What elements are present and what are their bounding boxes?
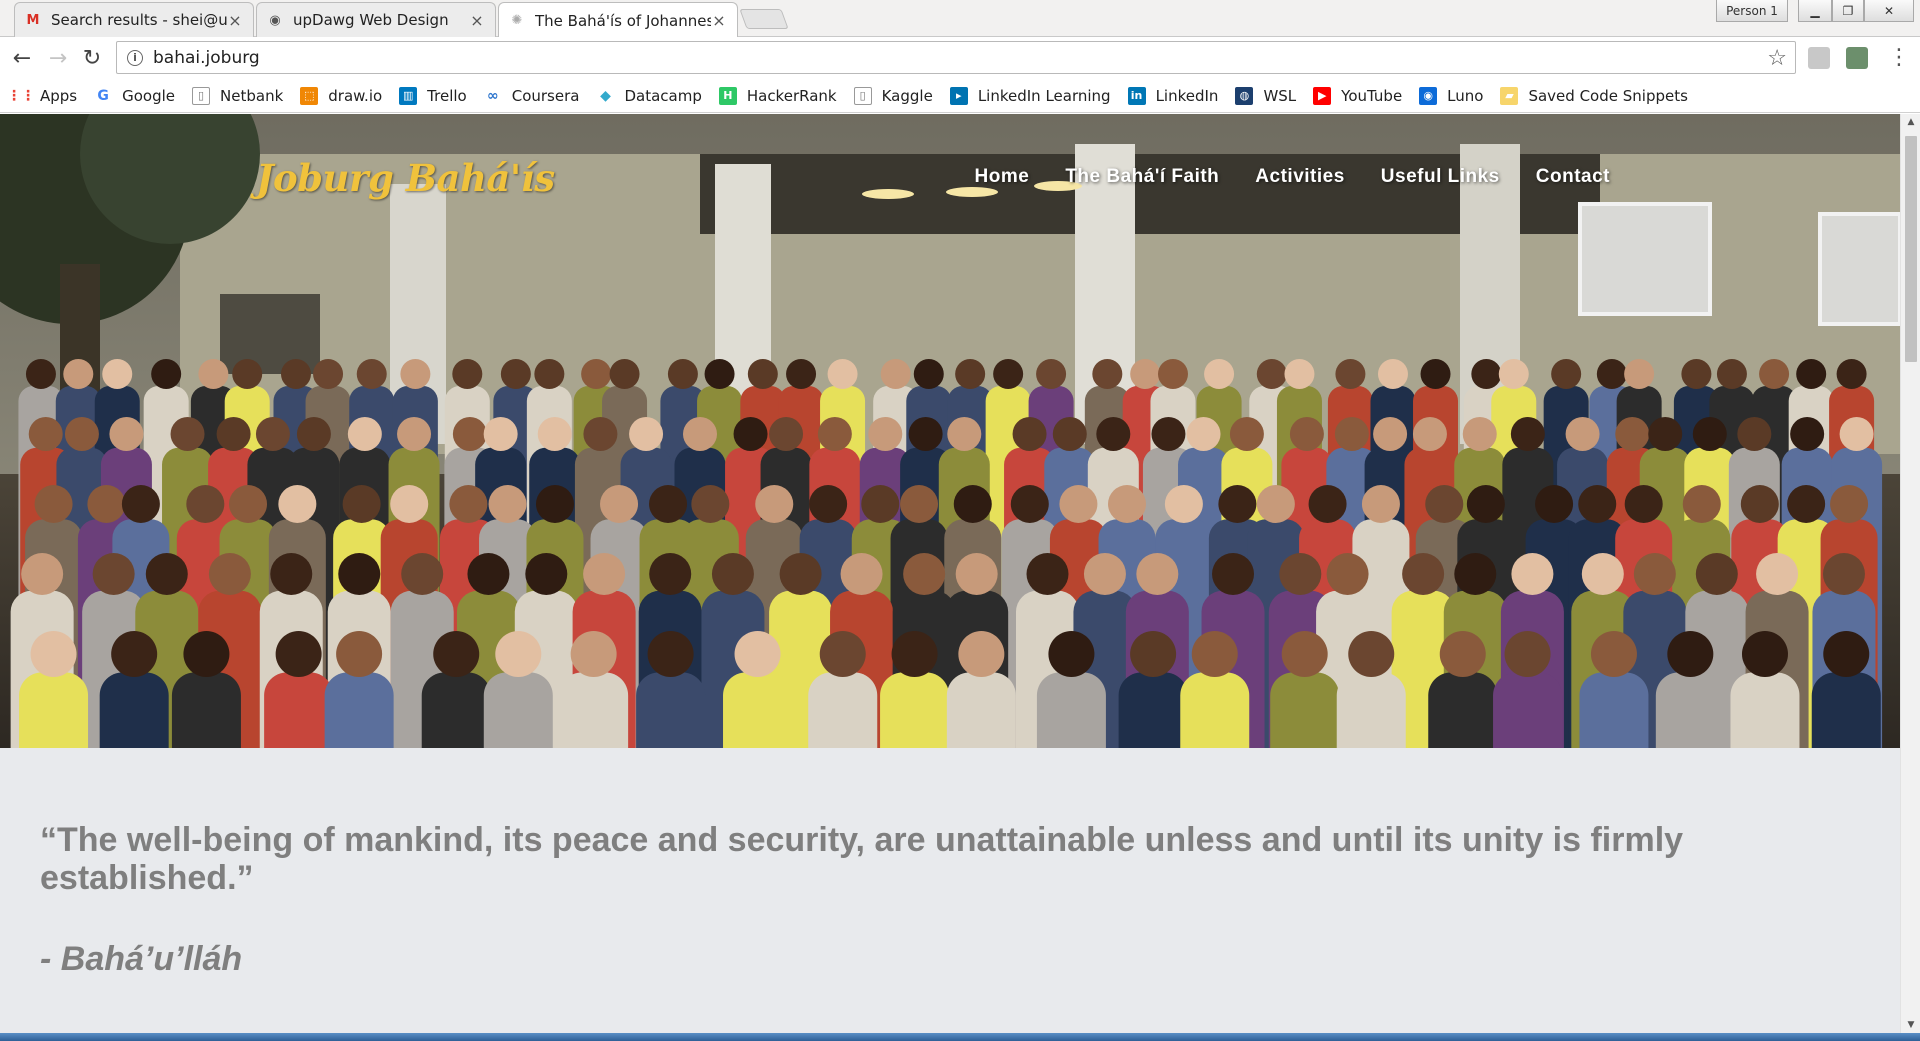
bookmark-label: YouTube bbox=[1341, 86, 1403, 105]
bookmark-item[interactable]: ◍ WSL bbox=[1235, 86, 1297, 105]
linkedin-learning-icon: ▸ bbox=[949, 86, 968, 105]
bookmark-label: Luno bbox=[1447, 86, 1484, 105]
bookmark-label: Coursera bbox=[511, 86, 580, 105]
bookmark-item[interactable]: ⬚ draw.io bbox=[300, 86, 383, 105]
browser-tab-gmail[interactable]: M Search results - shei@up × bbox=[14, 2, 254, 37]
close-icon[interactable]: × bbox=[227, 11, 243, 30]
bookmark-label: LinkedIn Learning bbox=[977, 86, 1111, 105]
bookmarks-bar: ⋮⋮ Apps G Google ▯ Netbank ⬚ draw.io ▥ Trello ∞ Cou… bbox=[0, 79, 1920, 113]
scroll-thumb[interactable] bbox=[1905, 136, 1917, 362]
dog-icon: ◉ bbox=[269, 12, 281, 28]
group-photo bbox=[0, 114, 1900, 748]
bookmark-item[interactable]: in LinkedIn bbox=[1127, 86, 1219, 105]
bookmark-item[interactable]: ▰ Saved Code Snippets bbox=[1500, 86, 1688, 105]
bookmark-item[interactable]: ▯ Kaggle bbox=[853, 86, 933, 105]
screenshot-extension-icon[interactable] bbox=[1846, 47, 1868, 69]
bookmark-item[interactable]: ⋮⋮ Apps bbox=[7, 86, 78, 105]
nav-bahai-faith[interactable]: The Bahá'í Faith bbox=[1065, 166, 1219, 188]
info-icon[interactable]: i bbox=[127, 49, 143, 66]
bookmark-item[interactable]: G Google bbox=[94, 87, 175, 105]
tab-title: Search results - shei@up bbox=[51, 11, 227, 29]
profile-button[interactable]: Person 1 bbox=[1716, 0, 1788, 22]
profile-label: Person 1 bbox=[1726, 3, 1778, 18]
page-icon: ▯ bbox=[853, 86, 872, 105]
trello-icon: ▥ bbox=[399, 86, 418, 105]
bookmark-item[interactable]: ∞ Coursera bbox=[484, 87, 580, 105]
hackerrank-icon: H bbox=[718, 86, 737, 105]
bookmark-item[interactable]: ▶ YouTube bbox=[1313, 86, 1403, 105]
quote-attribution: - Bahá’u’lláh bbox=[40, 940, 243, 978]
coursera-icon: ∞ bbox=[486, 87, 499, 104]
gmail-icon: M bbox=[26, 12, 40, 28]
page-icon: ▯ bbox=[192, 86, 211, 105]
site-nav: Home The Bahá'í Faith Activities Useful … bbox=[939, 166, 1610, 188]
close-window-icon[interactable]: ✕ bbox=[1864, 0, 1914, 22]
bookmark-label: LinkedIn bbox=[1155, 86, 1219, 105]
bookmark-item[interactable]: ▸ LinkedIn Learning bbox=[949, 86, 1111, 105]
site-logo[interactable]: Joburg Bahá'ís bbox=[256, 156, 555, 200]
address-bar[interactable]: i bahai.joburg ☆ bbox=[116, 41, 1796, 74]
google-icon: G bbox=[97, 87, 109, 104]
loading-icon: ✺ bbox=[511, 13, 523, 28]
youtube-icon: ▶ bbox=[1313, 86, 1332, 105]
reload-icon[interactable]: ↻ bbox=[78, 44, 106, 72]
bookmark-label: Trello bbox=[427, 86, 467, 105]
wsl-icon: ◍ bbox=[1235, 86, 1254, 105]
nav-useful-links[interactable]: Useful Links bbox=[1381, 166, 1500, 188]
scroll-down-icon[interactable]: ▼ bbox=[1901, 1017, 1920, 1033]
bookmark-item[interactable]: ◉ Luno bbox=[1419, 86, 1484, 105]
bookmark-label: Google bbox=[122, 86, 176, 105]
luno-icon: ◉ bbox=[1419, 86, 1438, 105]
tab-title: The Bahá'ís of Johannes bbox=[535, 11, 711, 30]
bookmark-item[interactable]: ▥ Trello bbox=[399, 86, 467, 105]
bookmark-item[interactable]: ◆ Datacamp bbox=[596, 86, 702, 105]
linkedin-icon: in bbox=[1127, 86, 1146, 105]
browser-toolbar: ← → ↻ i bahai.joburg ☆ ⋮ bbox=[0, 37, 1920, 79]
hero-banner: Joburg Bahá'ís Home The Bahá'í Faith Act… bbox=[0, 114, 1900, 748]
menu-icon[interactable]: ⋮ bbox=[1888, 45, 1910, 70]
apps-grid-icon: ⋮⋮ bbox=[7, 87, 35, 104]
page-scrollbar[interactable]: ▲ ▼ bbox=[1900, 114, 1920, 1033]
quote-section: “The well-being of mankind, its peace an… bbox=[0, 748, 1900, 1033]
bookmark-label: WSL bbox=[1263, 86, 1297, 105]
page-viewport: Joburg Bahá'ís Home The Bahá'í Faith Act… bbox=[0, 114, 1920, 1033]
quote-text: “The well-being of mankind, its peace an… bbox=[40, 821, 1684, 897]
extension-icon[interactable] bbox=[1808, 47, 1830, 69]
bookmark-label: Kaggle bbox=[881, 86, 933, 105]
browser-tab-bahai[interactable]: ✺ The Bahá'ís of Johannes × bbox=[498, 2, 738, 38]
bookmark-label: HackerRank bbox=[746, 86, 837, 105]
nav-contact[interactable]: Contact bbox=[1536, 166, 1610, 188]
bookmark-label: Netbank bbox=[220, 86, 284, 105]
nav-home[interactable]: Home bbox=[975, 166, 1030, 188]
bookmark-star-icon[interactable]: ☆ bbox=[1767, 46, 1787, 71]
os-taskbar bbox=[0, 1033, 1920, 1041]
bookmark-label: Saved Code Snippets bbox=[1528, 86, 1688, 105]
close-icon[interactable]: × bbox=[711, 11, 727, 30]
back-arrow-icon[interactable]: ← bbox=[8, 44, 36, 72]
close-icon[interactable]: × bbox=[469, 11, 485, 30]
bookmark-label: Datacamp bbox=[624, 86, 702, 105]
url-text: bahai.joburg bbox=[153, 47, 260, 68]
restore-icon[interactable]: ❐ bbox=[1832, 0, 1864, 22]
folder-icon: ▰ bbox=[1500, 86, 1519, 105]
tab-title: upDawg Web Design bbox=[293, 11, 449, 29]
new-tab-button[interactable] bbox=[739, 9, 789, 29]
drawio-icon: ⬚ bbox=[300, 86, 319, 105]
bookmark-item[interactable]: H HackerRank bbox=[718, 86, 837, 105]
tab-strip: M Search results - shei@up × ◉ upDawg We… bbox=[0, 0, 1920, 38]
scroll-up-icon[interactable]: ▲ bbox=[1901, 114, 1920, 130]
bookmark-label: draw.io bbox=[328, 86, 383, 105]
bookmark-label: Apps bbox=[40, 86, 78, 105]
bookmark-item[interactable]: ▯ Netbank bbox=[192, 86, 284, 105]
browser-tab-updawg[interactable]: ◉ upDawg Web Design × bbox=[256, 2, 496, 37]
datacamp-icon: ◆ bbox=[600, 87, 611, 104]
nav-activities[interactable]: Activities bbox=[1255, 166, 1344, 188]
forward-arrow-icon[interactable]: → bbox=[44, 44, 72, 72]
minimize-icon[interactable]: ▁ bbox=[1798, 0, 1832, 22]
